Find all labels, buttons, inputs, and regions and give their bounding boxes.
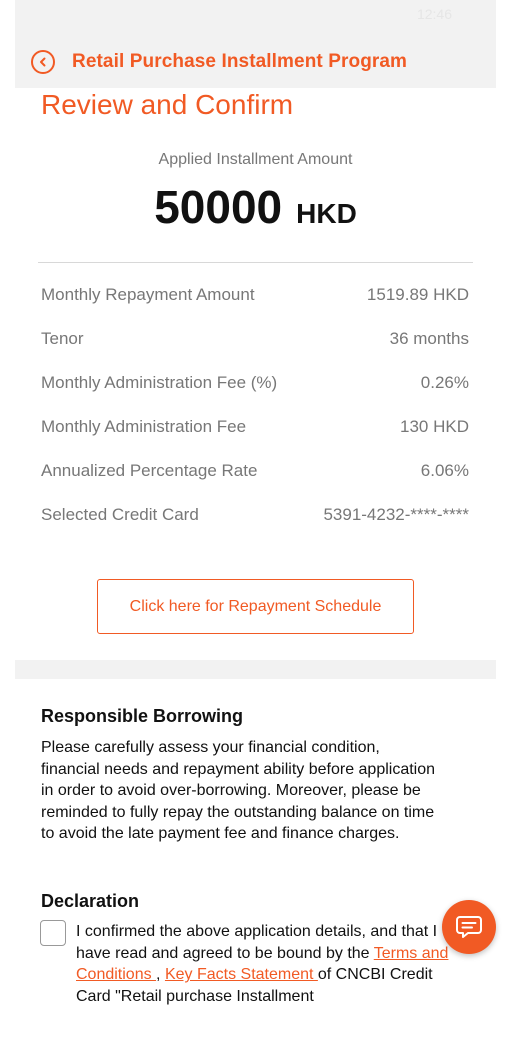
detail-row-admin-fee-percent: Monthly Administration Fee (%) 0.26% [41,373,469,397]
detail-label: Monthly Administration Fee [41,417,247,436]
header-title: Retail Purchase Installment Program [72,51,408,72]
detail-label: Monthly Repayment Amount [41,285,255,304]
detail-row-apr: Annualized Percentage Rate 6.06% [41,461,469,485]
detail-row-monthly-repayment: Monthly Repayment Amount 1519.89 HKD [41,285,469,309]
amount-display: 50000 HKD [15,180,496,234]
responsible-borrowing-title: Responsible Borrowing [41,706,244,726]
declaration-text: I confirmed the above application detail… [76,921,454,1007]
detail-value: 1519.89 HKD [366,285,469,304]
amount-value: 50000 [154,181,283,233]
status-time: 12:46 [416,6,452,22]
detail-label: Monthly Administration Fee (%) [41,373,278,392]
declaration-title: Declaration [41,891,140,911]
top-bar: 12:46 Retail Purchase Installment Progra… [15,0,496,88]
chat-button[interactable] [442,900,496,954]
divider [38,262,473,263]
detail-label: Tenor [41,329,84,348]
app-frame: 12:46 Retail Purchase Installment Progra… [15,0,496,1060]
repayment-schedule-button[interactable]: Click here for Repayment Schedule [97,579,414,634]
back-arrow-circle-icon [40,57,46,67]
detail-row-tenor: Tenor 36 months [41,329,469,353]
responsible-borrowing-text: Please carefully assess your financial c… [41,739,436,843]
detail-label: Selected Credit Card [41,505,199,524]
detail-value: 36 months [389,329,469,348]
detail-value: 5391-4232-****-**** [323,505,469,524]
detail-row-credit-card: Selected Credit Card 5391-4232-****-**** [41,505,469,529]
amount-label: Applied Installment Amount [158,151,353,168]
section-separator [15,660,496,679]
declaration-checkbox[interactable] [40,920,66,946]
back-button[interactable] [31,50,55,74]
declaration-separator: , [156,966,165,984]
detail-row-admin-fee: Monthly Administration Fee 130 HKD [41,417,469,441]
detail-value: 6.06% [420,461,469,480]
detail-label: Annualized Percentage Rate [41,461,258,480]
amount-currency: HKD [296,198,357,229]
chat-bubble-icon [456,916,482,938]
detail-value: 130 HKD [400,417,469,436]
detail-value: 0.26% [420,373,469,392]
page-title: Review and Confirm [41,89,294,120]
key-facts-statement-link[interactable]: Key Facts Statement [165,966,318,983]
